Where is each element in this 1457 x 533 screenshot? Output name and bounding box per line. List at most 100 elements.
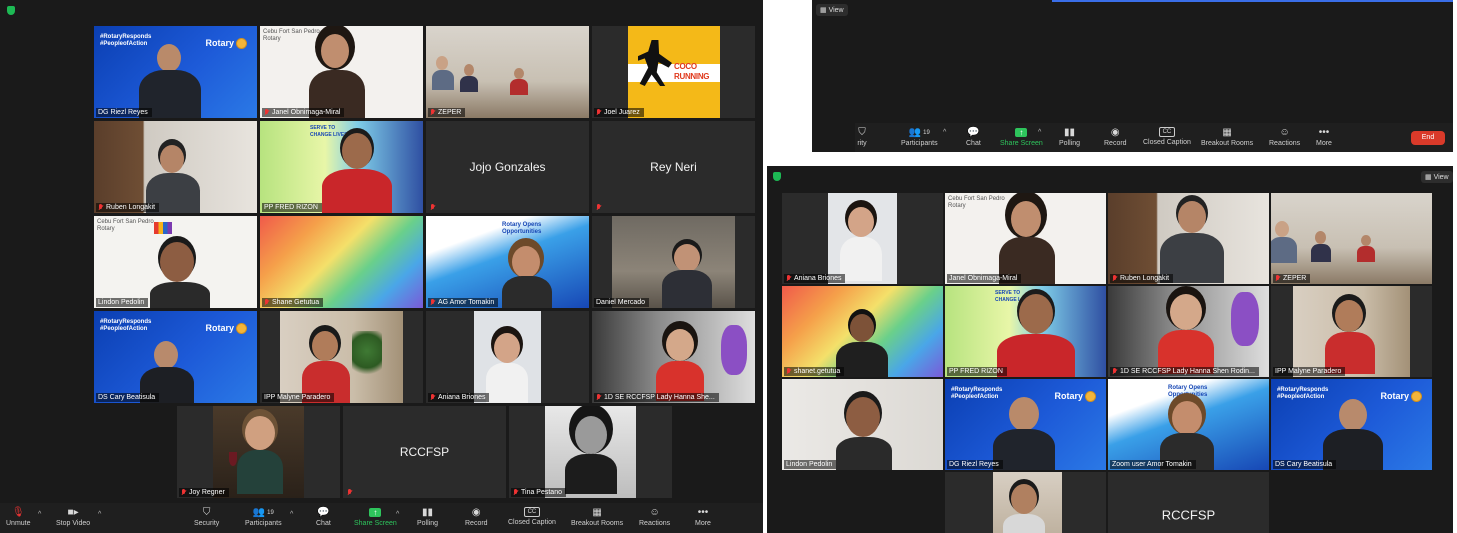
end-meeting-button[interactable]: End xyxy=(1411,131,1445,145)
muted-mic-icon xyxy=(264,109,270,116)
participant-nameplate xyxy=(428,203,440,212)
chevron-up-icon[interactable]: ^ xyxy=(38,511,41,518)
view-button[interactable]: ▦ View xyxy=(816,4,848,16)
video-tile[interactable]: Shane Getutua xyxy=(260,216,423,308)
serve-change-logo: SERVE TO CHANGE LIVES xyxy=(310,125,348,138)
chevron-up-icon[interactable]: ^ xyxy=(98,511,101,518)
video-tile[interactable]: COCO RUNNING Joel Juarez xyxy=(592,26,755,118)
participant-nameplate: Aniana Briones xyxy=(428,393,490,402)
video-tile[interactable]: Cebu Fort San Pedro Rotary Janel Obnimaga… xyxy=(945,193,1106,284)
video-tile[interactable]: Ruben Longakit xyxy=(94,121,257,213)
breakout-rooms-button[interactable]: ▦ Breakout Rooms xyxy=(1201,127,1253,147)
video-tile[interactable]: Cebu Fort San Pedro Rotary Lindon Pedolin xyxy=(94,216,257,308)
video-tile[interactable]: IPP Malyne Paradero xyxy=(260,311,423,403)
closed-caption-button[interactable]: CC Closed Caption xyxy=(508,507,556,526)
chevron-up-icon[interactable]: ^ xyxy=(290,511,293,518)
polling-button[interactable]: ▮▮ Polling xyxy=(1059,127,1080,147)
video-tile[interactable]: #RotaryResponds #PeopleofAction Rotary D… xyxy=(1271,379,1432,470)
participants-icon: 👥 19 xyxy=(252,506,274,518)
video-tile[interactable]: Aniana Briones xyxy=(426,311,589,403)
rotary-logo: Rotary xyxy=(1380,391,1422,403)
more-button[interactable]: ••• More xyxy=(695,507,711,527)
video-tile[interactable]: Jojo Gonzales xyxy=(426,121,589,213)
video-tile[interactable]: Cebu Fort San Pedro Rotary Janel Obnimaga… xyxy=(260,26,423,118)
video-tile[interactable]: Joy Regner xyxy=(177,406,340,498)
video-tile[interactable] xyxy=(945,472,1106,533)
video-tile[interactable]: #RotaryResponds #PeopleofAction Rotary D… xyxy=(94,26,257,118)
plant-decor xyxy=(352,331,382,381)
chat-button[interactable]: 💬 Chat xyxy=(316,507,331,527)
more-button[interactable]: ••• More xyxy=(1316,127,1332,147)
video-tile[interactable]: Daniel Mercado xyxy=(592,216,755,308)
breakout-rooms-button[interactable]: ▦ Breakout Rooms xyxy=(571,507,623,527)
security-shield-icon xyxy=(773,172,781,181)
muted-mic-icon xyxy=(430,394,436,401)
video-tile[interactable]: 1D SE RCCFSP Lady Hanna She... xyxy=(592,311,755,403)
reactions-button[interactable]: ☺ Reactions xyxy=(639,507,670,527)
bar-chart-icon: ▮▮ xyxy=(1063,126,1075,138)
closed-caption-button[interactable]: CC Closed Caption xyxy=(1143,127,1191,146)
video-tile[interactable]: Rotary Opens Opportunities AG Amor Tomak… xyxy=(426,216,589,308)
chat-button[interactable]: 💬 Chat xyxy=(966,127,981,147)
participant-nameplate: Aniana Briones xyxy=(784,274,846,283)
muted-mic-icon xyxy=(596,394,602,401)
reactions-button[interactable]: ☺ Reactions xyxy=(1269,127,1300,147)
record-button[interactable]: ◉ Record xyxy=(1104,127,1127,147)
participant-nameplate: IPP Malyne Paradero xyxy=(262,393,335,402)
participants-button[interactable]: 👥 19 Participants xyxy=(245,507,282,527)
security-button[interactable]: ⛉ Security xyxy=(194,507,219,527)
rotary-hashtags: #RotaryResponds #PeopleofAction xyxy=(1277,387,1329,400)
video-camera-icon: ■▸ xyxy=(67,506,79,518)
share-screen-icon: ↑ xyxy=(1014,127,1028,138)
video-tile[interactable]: Aniana Briones xyxy=(782,193,943,284)
rotary-hashtags: #RotaryResponds #PeopleofAction xyxy=(100,34,152,47)
breakout-grid-icon: ▦ xyxy=(1222,126,1232,138)
video-tile[interactable]: ZEPER xyxy=(426,26,589,118)
ellipsis-icon: ••• xyxy=(697,506,709,518)
polling-button[interactable]: ▮▮ Polling xyxy=(417,507,438,527)
video-tile[interactable]: #RotaryResponds #PeopleofAction Rotary D… xyxy=(94,311,257,403)
chevron-up-icon[interactable]: ^ xyxy=(396,511,399,518)
muted-mic-icon xyxy=(430,299,436,306)
participant-name-placeholder: RCCFSP xyxy=(399,445,450,459)
share-screen-button[interactable]: ↑ Share Screen xyxy=(354,507,397,527)
video-tile[interactable]: Lindon Pedolin xyxy=(782,379,943,470)
record-button[interactable]: ◉ Record xyxy=(465,507,488,527)
video-tile[interactable]: Rotary Opens Opportunities Zoom user Amo… xyxy=(1108,379,1269,470)
muted-mic-icon xyxy=(786,275,792,282)
muted-mic-icon xyxy=(181,489,187,496)
unmute-button[interactable]: 🎙 Unmute xyxy=(6,507,31,527)
participants-button[interactable]: 👥 19 Participants xyxy=(901,127,938,147)
participant-nameplate: Tina Pestano xyxy=(511,488,566,497)
video-tile[interactable]: RCCFSP xyxy=(1108,472,1269,533)
video-tile[interactable]: IPP Malyne Paradero xyxy=(1271,286,1432,377)
video-tile[interactable]: SERVE TO CHANGE LIVES PP FRED RIZON xyxy=(260,121,423,213)
video-tile[interactable]: shanet.getutua xyxy=(782,286,943,377)
muted-mic-icon xyxy=(1275,275,1281,282)
shield-icon: ⛉ xyxy=(858,126,866,138)
rotary-logo: Rotary xyxy=(205,323,247,335)
video-tile[interactable]: SERVE TO CHANGE LIVES PP FRED RIZON xyxy=(945,286,1106,377)
chevron-up-icon[interactable]: ^ xyxy=(1038,129,1041,136)
muted-mic-icon xyxy=(347,489,353,496)
video-tile[interactable]: 1D SE RCCFSP Lady Hanna Shen Rodin... xyxy=(1108,286,1269,377)
share-screen-button[interactable]: ↑ Share Screen xyxy=(1000,127,1043,147)
security-button[interactable]: ⛉ rity xyxy=(855,127,869,147)
video-tile[interactable]: Ruben Longakit xyxy=(1108,193,1269,284)
participant-name-placeholder: Jojo Gonzales xyxy=(469,160,546,174)
rotary-opens-logo: Rotary Opens Opportunities xyxy=(1168,385,1208,398)
chevron-up-icon[interactable]: ^ xyxy=(943,129,946,136)
video-tile[interactable]: RCCFSP xyxy=(343,406,506,498)
video-tile[interactable]: Rey Neri xyxy=(592,121,755,213)
zoom-window-right-bottom: ▦ View Aniana Briones Cebu Fort San Pedr… xyxy=(767,166,1453,533)
club-logo: Cebu Fort San Pedro Rotary xyxy=(263,29,320,42)
video-tile[interactable]: ZEPER xyxy=(1271,193,1432,284)
stop-video-button[interactable]: ■▸ Stop Video xyxy=(56,507,90,527)
view-button[interactable]: ▦ View xyxy=(1421,171,1453,183)
club-logo: Cebu Fort San Pedro Rotary xyxy=(97,219,154,232)
video-tile[interactable]: Tina Pestano xyxy=(509,406,672,498)
ellipsis-icon: ••• xyxy=(1318,126,1330,138)
video-tile[interactable]: #RotaryResponds #PeopleofAction Rotary D… xyxy=(945,379,1106,470)
participant-nameplate: DG Riezl Reyes xyxy=(96,108,152,117)
color-stripes-logo xyxy=(154,222,172,234)
